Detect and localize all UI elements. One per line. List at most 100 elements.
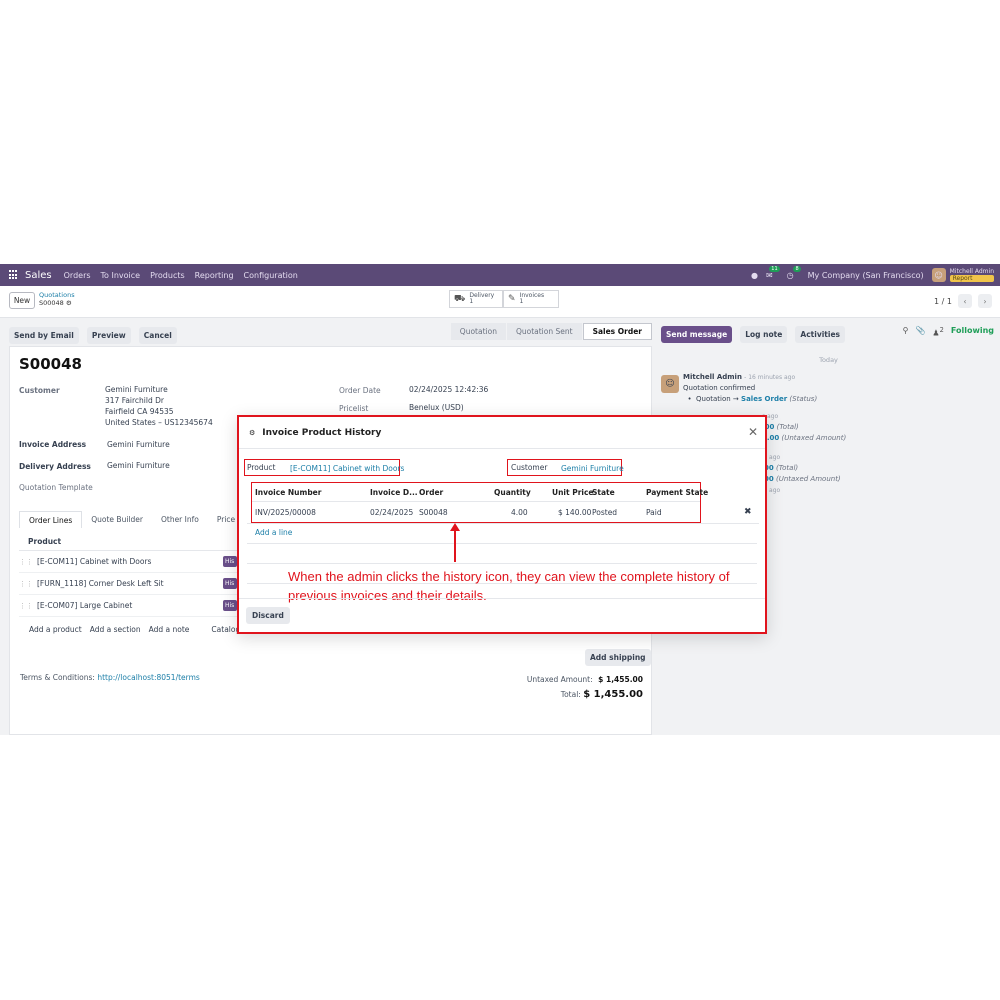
tab-order-lines[interactable]: Order Lines	[19, 511, 83, 528]
user-menu[interactable]: Mitchell Admin Report	[949, 268, 994, 282]
total-label: Total:	[560, 690, 581, 699]
activity-badge: 8	[793, 265, 801, 272]
annotation-arrow	[454, 527, 456, 562]
status-quotation[interactable]: Quotation	[450, 323, 506, 340]
log-note-button[interactable]: Log note	[740, 326, 788, 343]
col-payment-state[interactable]: Payment State	[646, 488, 708, 497]
status-quotation-sent[interactable]: Quotation Sent	[506, 323, 582, 340]
bug-icon[interactable]: ●	[751, 271, 758, 280]
pricelist-value[interactable]: Benelux (USD)	[409, 402, 464, 413]
search-icon[interactable]: ⚲	[903, 326, 909, 338]
product-value[interactable]: [E-COM11] Cabinet with Doors	[290, 464, 404, 473]
send-message-button[interactable]: Send message	[661, 326, 733, 343]
edit-icon: ✎	[508, 294, 516, 304]
tracking-line: • Quotation → Sales Order (Status)	[683, 395, 818, 403]
discard-button[interactable]: Discard	[246, 607, 290, 624]
new-button[interactable]: New	[9, 292, 35, 309]
report-badge: Report	[949, 275, 994, 282]
col-state[interactable]: State	[592, 488, 615, 497]
tab-other-info[interactable]: Other Info	[152, 511, 208, 528]
drag-handle-icon[interactable]: ⋮⋮	[19, 580, 33, 588]
user-avatar[interactable]: ☺	[931, 268, 946, 282]
following-button[interactable]: Following	[951, 326, 994, 338]
invoices-smart-button[interactable]: ✎ Invoices 1	[503, 290, 559, 308]
company-switcher[interactable]: My Company (San Francisco)	[808, 271, 924, 280]
order-line-product[interactable]: [E-COM11] Cabinet with Doors	[37, 557, 151, 566]
menu-orders[interactable]: Orders	[64, 271, 91, 280]
customer-address-3: United States – US12345674	[105, 418, 213, 427]
customer-label: Customer	[19, 386, 60, 395]
top-navbar: Sales Orders To Invoice Products Reporti…	[0, 264, 1000, 286]
message-author[interactable]: Mitchell Admin	[683, 373, 742, 381]
chat-icon[interactable]: ✉ 11	[766, 265, 780, 280]
add-line-link[interactable]: Add a line	[255, 528, 292, 537]
app-name[interactable]: Sales	[25, 270, 52, 281]
history-button[interactable]: His	[223, 556, 237, 567]
delivery-smart-button[interactable]: ⛟ Delivery 1	[449, 290, 503, 308]
col-order[interactable]: Order	[419, 488, 443, 497]
apps-menu-icon[interactable]	[9, 270, 19, 280]
chevron-right-icon[interactable]: ›	[978, 294, 992, 308]
terms-link[interactable]: http://localhost:8051/terms	[97, 673, 200, 682]
drag-handle-icon[interactable]: ⋮⋮	[19, 602, 33, 610]
drag-handle-icon[interactable]: ⋮⋮	[19, 558, 33, 566]
followers-icon[interactable]: ♟2	[932, 326, 943, 338]
col-quantity[interactable]: Quantity	[494, 488, 531, 497]
delivery-count: 1	[469, 298, 474, 305]
col-invoice-date[interactable]: Invoice D...	[370, 488, 418, 497]
menu-reporting[interactable]: Reporting	[195, 271, 234, 280]
dialog-header-divider	[239, 448, 765, 449]
order-line-product[interactable]: [E-COM07] Large Cabinet	[37, 601, 132, 610]
delivery-address-value[interactable]: Gemini Furniture	[107, 460, 170, 471]
history-button[interactable]: His	[223, 600, 237, 611]
invoices-count: 1	[519, 298, 524, 305]
untaxed-label: Untaxed Amount:	[526, 675, 593, 684]
tab-quote-builder[interactable]: Quote Builder	[82, 511, 152, 528]
order-line-product[interactable]: [FURN_1118] Corner Desk Left Sit	[37, 579, 164, 588]
quotation-template-label: Quotation Template	[19, 483, 93, 492]
col-invoice-number[interactable]: Invoice Number	[255, 488, 321, 497]
chevron-left-icon[interactable]: ‹	[958, 294, 972, 308]
add-note-link[interactable]: Add a note	[149, 625, 190, 634]
customer-value[interactable]: Gemini Furniture	[561, 464, 624, 473]
pager-value[interactable]: 1 / 1	[934, 297, 952, 306]
status-sales-order[interactable]: Sales Order	[582, 323, 652, 340]
gear-icon[interactable]: ⚙	[66, 299, 72, 307]
breadcrumb-quotations[interactable]: Quotations	[39, 291, 75, 299]
delete-row-icon[interactable]: ✖	[744, 507, 752, 517]
chatter-buttons: Send message Log note Activities	[661, 322, 848, 343]
cell-invoice-date: 02/24/2025	[370, 508, 414, 517]
form-toolbar: Send by Email Preview Cancel Quotation Q…	[9, 323, 652, 344]
paperclip-icon[interactable]: 📎	[915, 326, 925, 338]
col-unit-price[interactable]: Unit Price	[552, 488, 594, 497]
add-shipping-button[interactable]: Add shipping	[585, 649, 651, 666]
send-by-email-button[interactable]: Send by Email	[9, 327, 79, 344]
table-header-divider	[252, 501, 700, 502]
activities-button[interactable]: Activities	[795, 326, 845, 343]
navbar-systray: ● ✉ 11 ◷ 8 My Company (San Francisco) ☺ Mi…	[751, 264, 994, 286]
preview-button[interactable]: Preview	[86, 327, 131, 344]
partial-time-2: s ago	[764, 454, 781, 461]
table-divider	[247, 543, 757, 544]
cancel-button[interactable]: Cancel	[138, 327, 177, 344]
tracking-from: Quotation	[696, 395, 731, 403]
menu-configuration[interactable]: Configuration	[244, 271, 298, 280]
pricelist-label: Pricelist	[339, 404, 369, 413]
order-date-value[interactable]: 02/24/2025 12:42:36	[409, 384, 488, 395]
add-product-link[interactable]: Add a product	[29, 625, 82, 634]
catalog-link[interactable]: Catalog	[211, 625, 240, 634]
breadcrumb-current: S00048 ⚙	[39, 299, 75, 307]
tracking-field: (Status)	[789, 395, 818, 403]
close-icon[interactable]: ✕	[748, 425, 758, 439]
partial-untaxed-label-2: (Untaxed Amount)	[775, 475, 841, 483]
partial-time-1: s ago	[762, 413, 779, 420]
table-divider	[247, 523, 759, 524]
menu-products[interactable]: Products	[150, 271, 185, 280]
activity-icon[interactable]: ◷ 8	[787, 265, 801, 280]
add-section-link[interactable]: Add a section	[90, 625, 141, 634]
menu-to-invoice[interactable]: To Invoice	[101, 271, 141, 280]
bug-icon: ⚙	[249, 429, 256, 437]
customer-name[interactable]: Gemini Furniture	[105, 384, 168, 395]
invoice-address-value[interactable]: Gemini Furniture	[107, 439, 170, 450]
history-button[interactable]: His	[223, 578, 237, 589]
